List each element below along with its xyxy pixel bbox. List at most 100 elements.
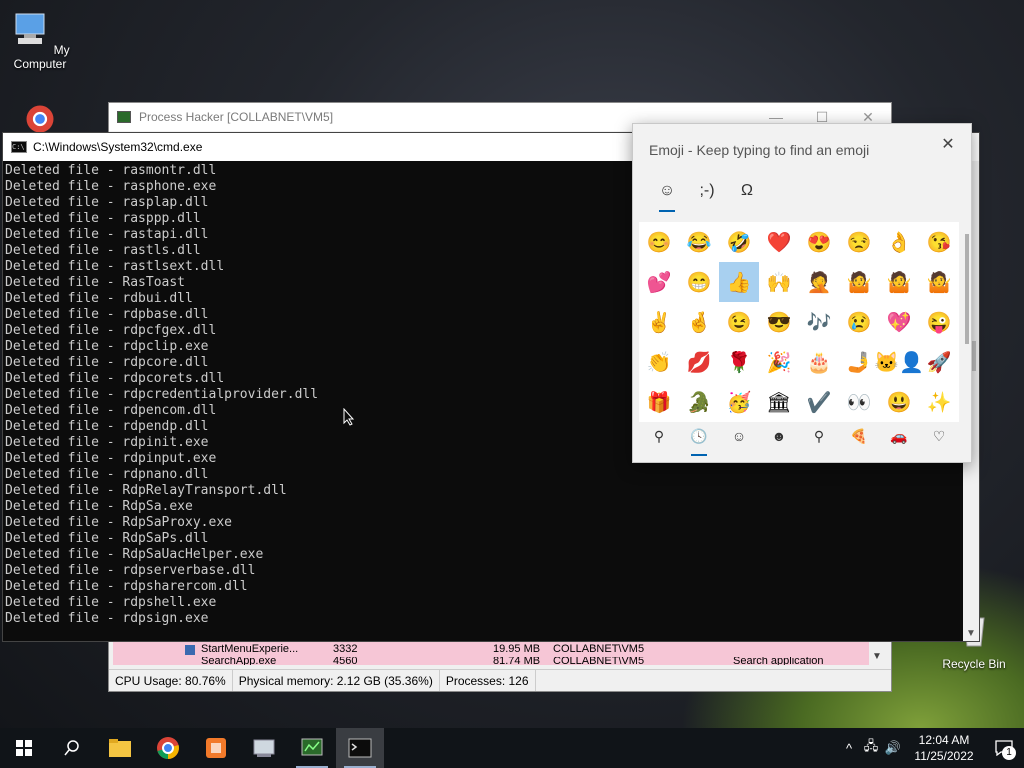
emoji-item[interactable]: 🎁 <box>639 382 679 422</box>
process-hacker-icon <box>117 111 131 123</box>
emoji-item[interactable]: 😘 <box>919 222 959 262</box>
emoji-item[interactable]: 😁 <box>679 262 719 302</box>
start-icon <box>16 740 32 756</box>
network-icon[interactable]: 🖧 <box>860 737 882 759</box>
emoji-item[interactable]: 🤷 <box>919 262 959 302</box>
console-line: Deleted file - RdpSa.exe <box>5 499 193 514</box>
emoji-item[interactable]: 😒 <box>839 222 879 262</box>
taskbar-file-explorer[interactable] <box>96 728 144 768</box>
people-icon[interactable]: ☻ <box>759 422 799 458</box>
emoji-row: 🎁 🐊 🥳 🏛 ✔️ 👀 😃 ✨ <box>639 382 959 422</box>
emoji-item[interactable]: 🙌 <box>759 262 799 302</box>
tab-emoji[interactable]: ☺ <box>647 176 687 212</box>
emoji-item[interactable]: 😂 <box>679 222 719 262</box>
emoji-item[interactable]: 👍 <box>719 262 759 302</box>
emoji-item[interactable]: 😍 <box>799 222 839 262</box>
tab-symbols[interactable]: Ω <box>727 176 767 212</box>
close-button[interactable]: ✕ <box>933 130 963 160</box>
taskbar-network-tool[interactable] <box>240 728 288 768</box>
emoji-item[interactable]: 🤦 <box>799 262 839 302</box>
emoji-item[interactable]: 😎 <box>759 302 799 342</box>
emoji-item[interactable]: 👏 <box>639 342 679 382</box>
process-pid: 3332 <box>333 643 358 655</box>
emoji-item[interactable]: 💕 <box>639 262 679 302</box>
process-hacker-icon <box>301 738 323 756</box>
clock-time: 12:04 AM <box>918 733 970 747</box>
emoji-item[interactable]: 🎉 <box>759 342 799 382</box>
table-row[interactable]: StartMenuExperie... 3332 19.95 MB COLLAB… <box>113 641 869 657</box>
network-tool-icon <box>253 739 275 757</box>
emoji-category-bar: ⚲ 🕓 ☺ ☻ ⚲ 🍕 🚗 ♡ <box>639 422 959 458</box>
smiley-icon[interactable]: ☺ <box>719 422 759 458</box>
emoji-item[interactable]: 🤷 <box>879 262 919 302</box>
emoji-item[interactable]: 😃 <box>879 382 919 422</box>
emoji-search-hint[interactable]: Emoji - Keep typing to find an emoji <box>633 124 971 176</box>
window-title: Process Hacker [COLLABNET\VM5] <box>139 110 334 124</box>
emoji-item[interactable]: 😜 <box>919 302 959 342</box>
taskbar-process-hacker[interactable] <box>288 728 336 768</box>
emoji-item[interactable]: 🤞 <box>679 302 719 342</box>
emoji-item[interactable]: 🚀 <box>919 342 959 382</box>
scroll-down-arrow[interactable]: ▼ <box>963 628 979 639</box>
tab-kaomoji[interactable]: ;-) <box>687 176 727 212</box>
emoji-item[interactable]: 😢 <box>839 302 879 342</box>
emoji-item[interactable]: 💋 <box>679 342 719 382</box>
celebration-icon[interactable]: ⚲ <box>799 422 839 458</box>
cpu-usage: CPU Usage: 80.76% <box>109 670 233 691</box>
emoji-item[interactable]: 🤷 <box>839 262 879 302</box>
emoji-item[interactable]: ✔️ <box>799 382 839 422</box>
kaomoji-tab-icon: ;-) <box>699 182 715 199</box>
recent-icon[interactable]: 🕓 <box>679 422 719 458</box>
volume-icon[interactable]: 🔊 <box>882 740 904 756</box>
emoji-item[interactable]: 🏛 <box>759 382 799 422</box>
food-icon[interactable]: 🍕 <box>839 422 879 458</box>
emoji-item[interactable]: 🥳 <box>719 382 759 422</box>
emoji-item[interactable]: 🎶 <box>799 302 839 342</box>
emoji-row: 😊 😂 🤣 ❤️ 😍 😒 👌 😘 <box>639 222 959 262</box>
emoji-item[interactable]: 🐊 <box>679 382 719 422</box>
emoji-grid: 😊 😂 🤣 ❤️ 😍 😒 👌 😘 💕 😁 👍 🙌 🤦 🤷 🤷 🤷 ✌️ 🤞 😉 😎 🎶 😢 💖 😜 👏 💋 🌹 🎉 🎂 🤳 🐱‍👤 🚀 🎁 🐊 🥳 🏛… <box>639 222 959 422</box>
emoji-item[interactable]: 💖 <box>879 302 919 342</box>
computer-icon <box>15 13 45 44</box>
emoji-item[interactable]: 😉 <box>719 302 759 342</box>
taskbar-chrome[interactable] <box>144 728 192 768</box>
chevron-up-icon[interactable]: ^ <box>838 741 860 756</box>
console-line: Deleted file - rdpnano.dll <box>5 467 209 482</box>
file-explorer-icon <box>109 739 131 757</box>
emoji-item[interactable]: 👌 <box>879 222 919 262</box>
heart-icon[interactable]: ♡ <box>919 422 959 458</box>
emoji-item[interactable]: 🤣 <box>719 222 759 262</box>
taskbar-cmd[interactable] <box>336 728 384 768</box>
chrome-desktop-icon[interactable] <box>20 104 60 134</box>
table-row[interactable]: SearchApp.exe 4560 81.74 MB COLLABNET\VM… <box>113 657 869 665</box>
scroll-down-button[interactable]: ▼ <box>869 651 885 667</box>
emoji-row: ✌️ 🤞 😉 😎 🎶 😢 💖 😜 <box>639 302 959 342</box>
clock[interactable]: 12:04 AM 11/25/2022 <box>904 732 984 764</box>
emoji-item[interactable]: ✌️ <box>639 302 679 342</box>
search-icon[interactable]: ⚲ <box>639 422 679 458</box>
chrome-icon <box>157 737 179 759</box>
emoji-row: 💕 😁 👍 🙌 🤦 🤷 🤷 🤷 <box>639 262 959 302</box>
emoji-item[interactable]: 🌹 <box>719 342 759 382</box>
process-icon <box>185 645 195 655</box>
emoji-item[interactable]: 🎂 <box>799 342 839 382</box>
taskbar-search-button[interactable] <box>48 728 96 768</box>
start-button[interactable] <box>0 728 48 768</box>
emoji-scrollbar[interactable] <box>965 234 969 344</box>
desktop-icon-my-computer[interactable]: My Computer <box>0 10 80 71</box>
emoji-item[interactable]: 😊 <box>639 222 679 262</box>
emoji-item[interactable]: 🤳 <box>839 342 879 382</box>
emoji-item[interactable]: 🐱‍👤 <box>874 342 924 382</box>
taskbar-app-orange[interactable] <box>192 728 240 768</box>
emoji-item[interactable]: 👀 <box>839 382 879 422</box>
emoji-panel[interactable]: Emoji - Keep typing to find an emoji ✕ ☺… <box>632 123 972 463</box>
process-count: Processes: 126 <box>440 670 536 691</box>
emoji-item[interactable]: ✨ <box>919 382 959 422</box>
console-line: Deleted file - RdpSaProxy.exe <box>5 515 232 530</box>
process-name: SearchApp.exe <box>201 657 277 665</box>
emoji-item[interactable]: ❤️ <box>759 222 799 262</box>
notification-button[interactable]: 1 <box>984 728 1024 768</box>
travel-icon[interactable]: 🚗 <box>879 422 919 458</box>
process-name: StartMenuExperie... <box>201 643 299 655</box>
search-icon <box>64 740 79 756</box>
